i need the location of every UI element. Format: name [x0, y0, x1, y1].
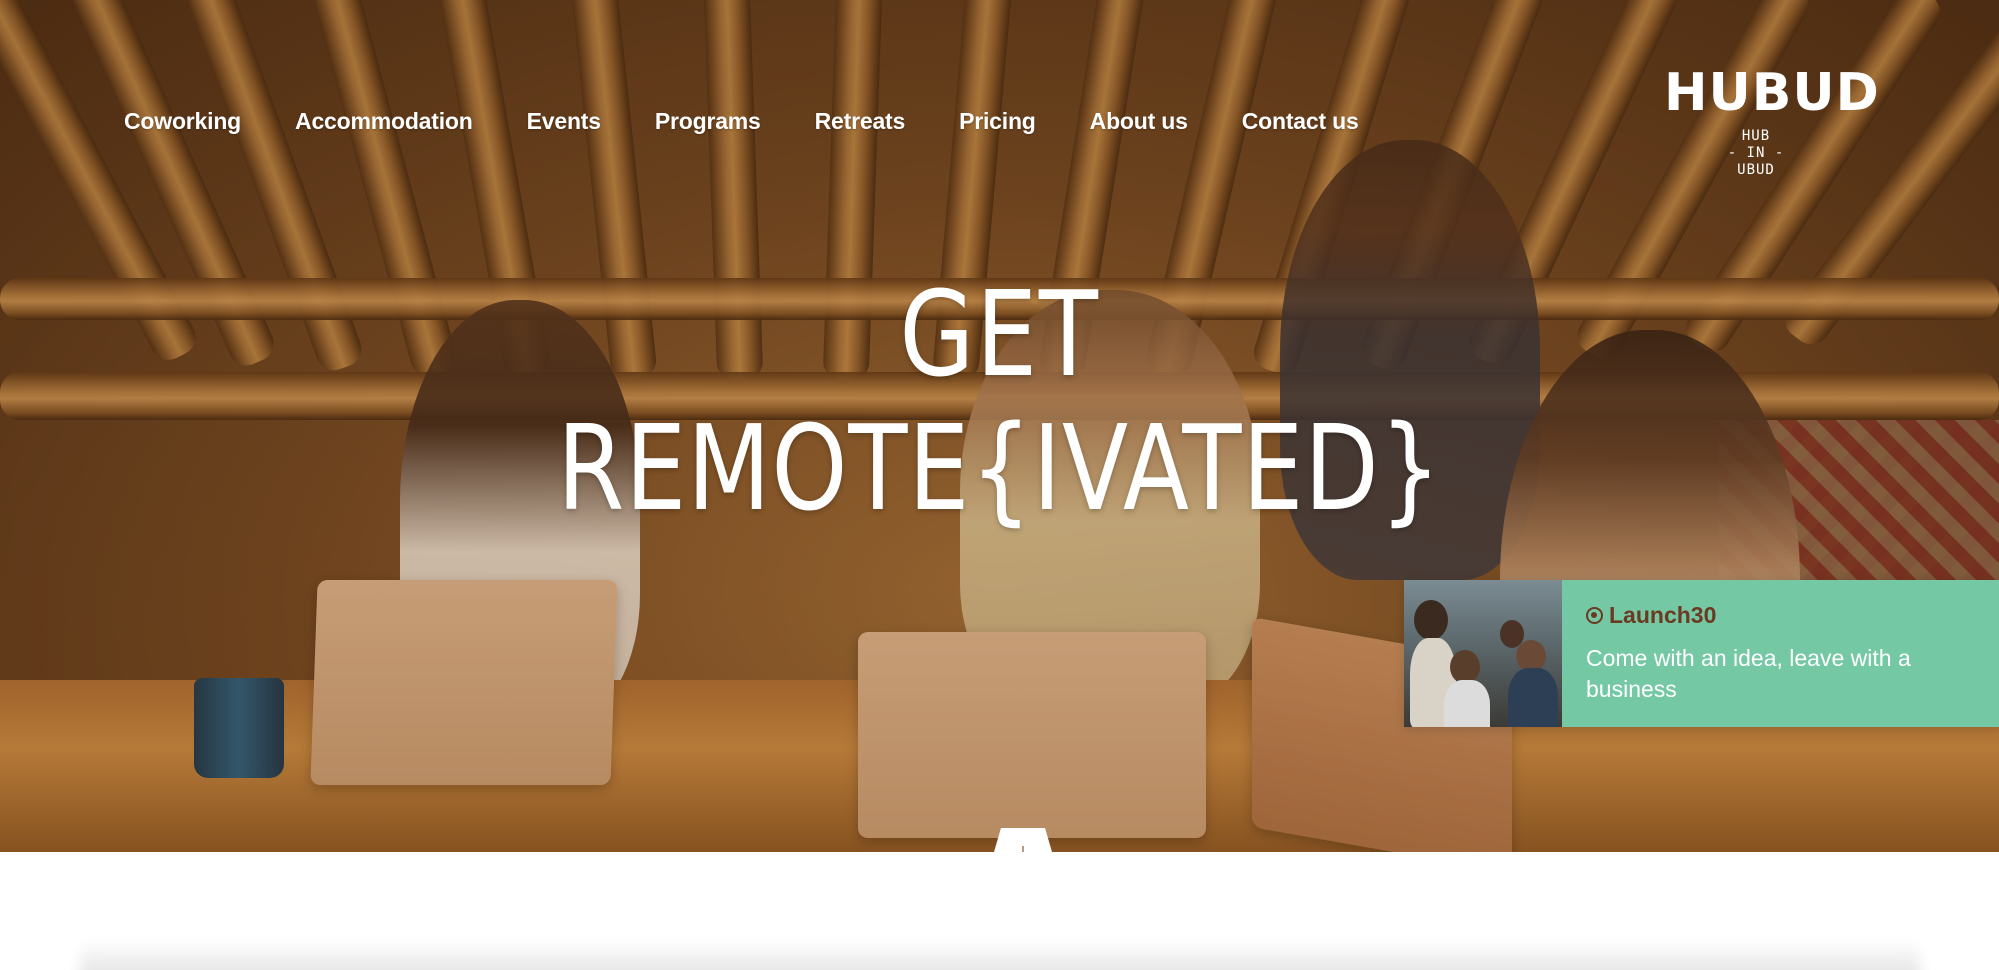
promo-tag-label: Launch30: [1609, 602, 1717, 628]
main-nav: Coworking Accommodation Events Programs …: [124, 108, 1413, 135]
content-section: [0, 852, 1999, 970]
logo-wordmark: HUBUD: [1664, 63, 1880, 123]
promo-tag: Launch30: [1586, 602, 1975, 629]
radio-dot-icon: [1586, 607, 1603, 624]
nav-accommodation[interactable]: Accommodation: [295, 108, 473, 135]
logo-tagline: HUB - IN - UBUD: [1727, 128, 1785, 178]
promo-body: Launch30 Come with an idea, leave with a…: [1562, 580, 1999, 727]
hero-banner: Coworking Accommodation Events Programs …: [0, 0, 1999, 852]
nav-programs[interactable]: Programs: [655, 108, 761, 135]
nav-about-us[interactable]: About us: [1090, 108, 1188, 135]
promo-photo: [1404, 580, 1562, 727]
headline-line-1: GET: [899, 265, 1100, 403]
content-card-edge: [80, 940, 1920, 970]
promo-description: Come with an idea, leave with a business: [1586, 645, 1911, 702]
nav-events[interactable]: Events: [527, 108, 601, 135]
nav-coworking[interactable]: Coworking: [124, 108, 241, 135]
scroll-down-button[interactable]: [994, 828, 1052, 852]
arrow-down-icon: [1022, 846, 1024, 852]
nav-contact-us[interactable]: Contact us: [1242, 108, 1359, 135]
headline-line-2: REMOTE{IVATED}: [557, 399, 1442, 537]
nav-pricing[interactable]: Pricing: [959, 108, 1036, 135]
hubud-logo[interactable]: HUBUD HUB - IN - UBUD: [1664, 63, 1880, 194]
hero-headline: GET REMOTE{IVATED}: [0, 270, 1999, 538]
nav-retreats[interactable]: Retreats: [815, 108, 906, 135]
launch30-promo-card[interactable]: Launch30 Come with an idea, leave with a…: [1404, 580, 1999, 727]
